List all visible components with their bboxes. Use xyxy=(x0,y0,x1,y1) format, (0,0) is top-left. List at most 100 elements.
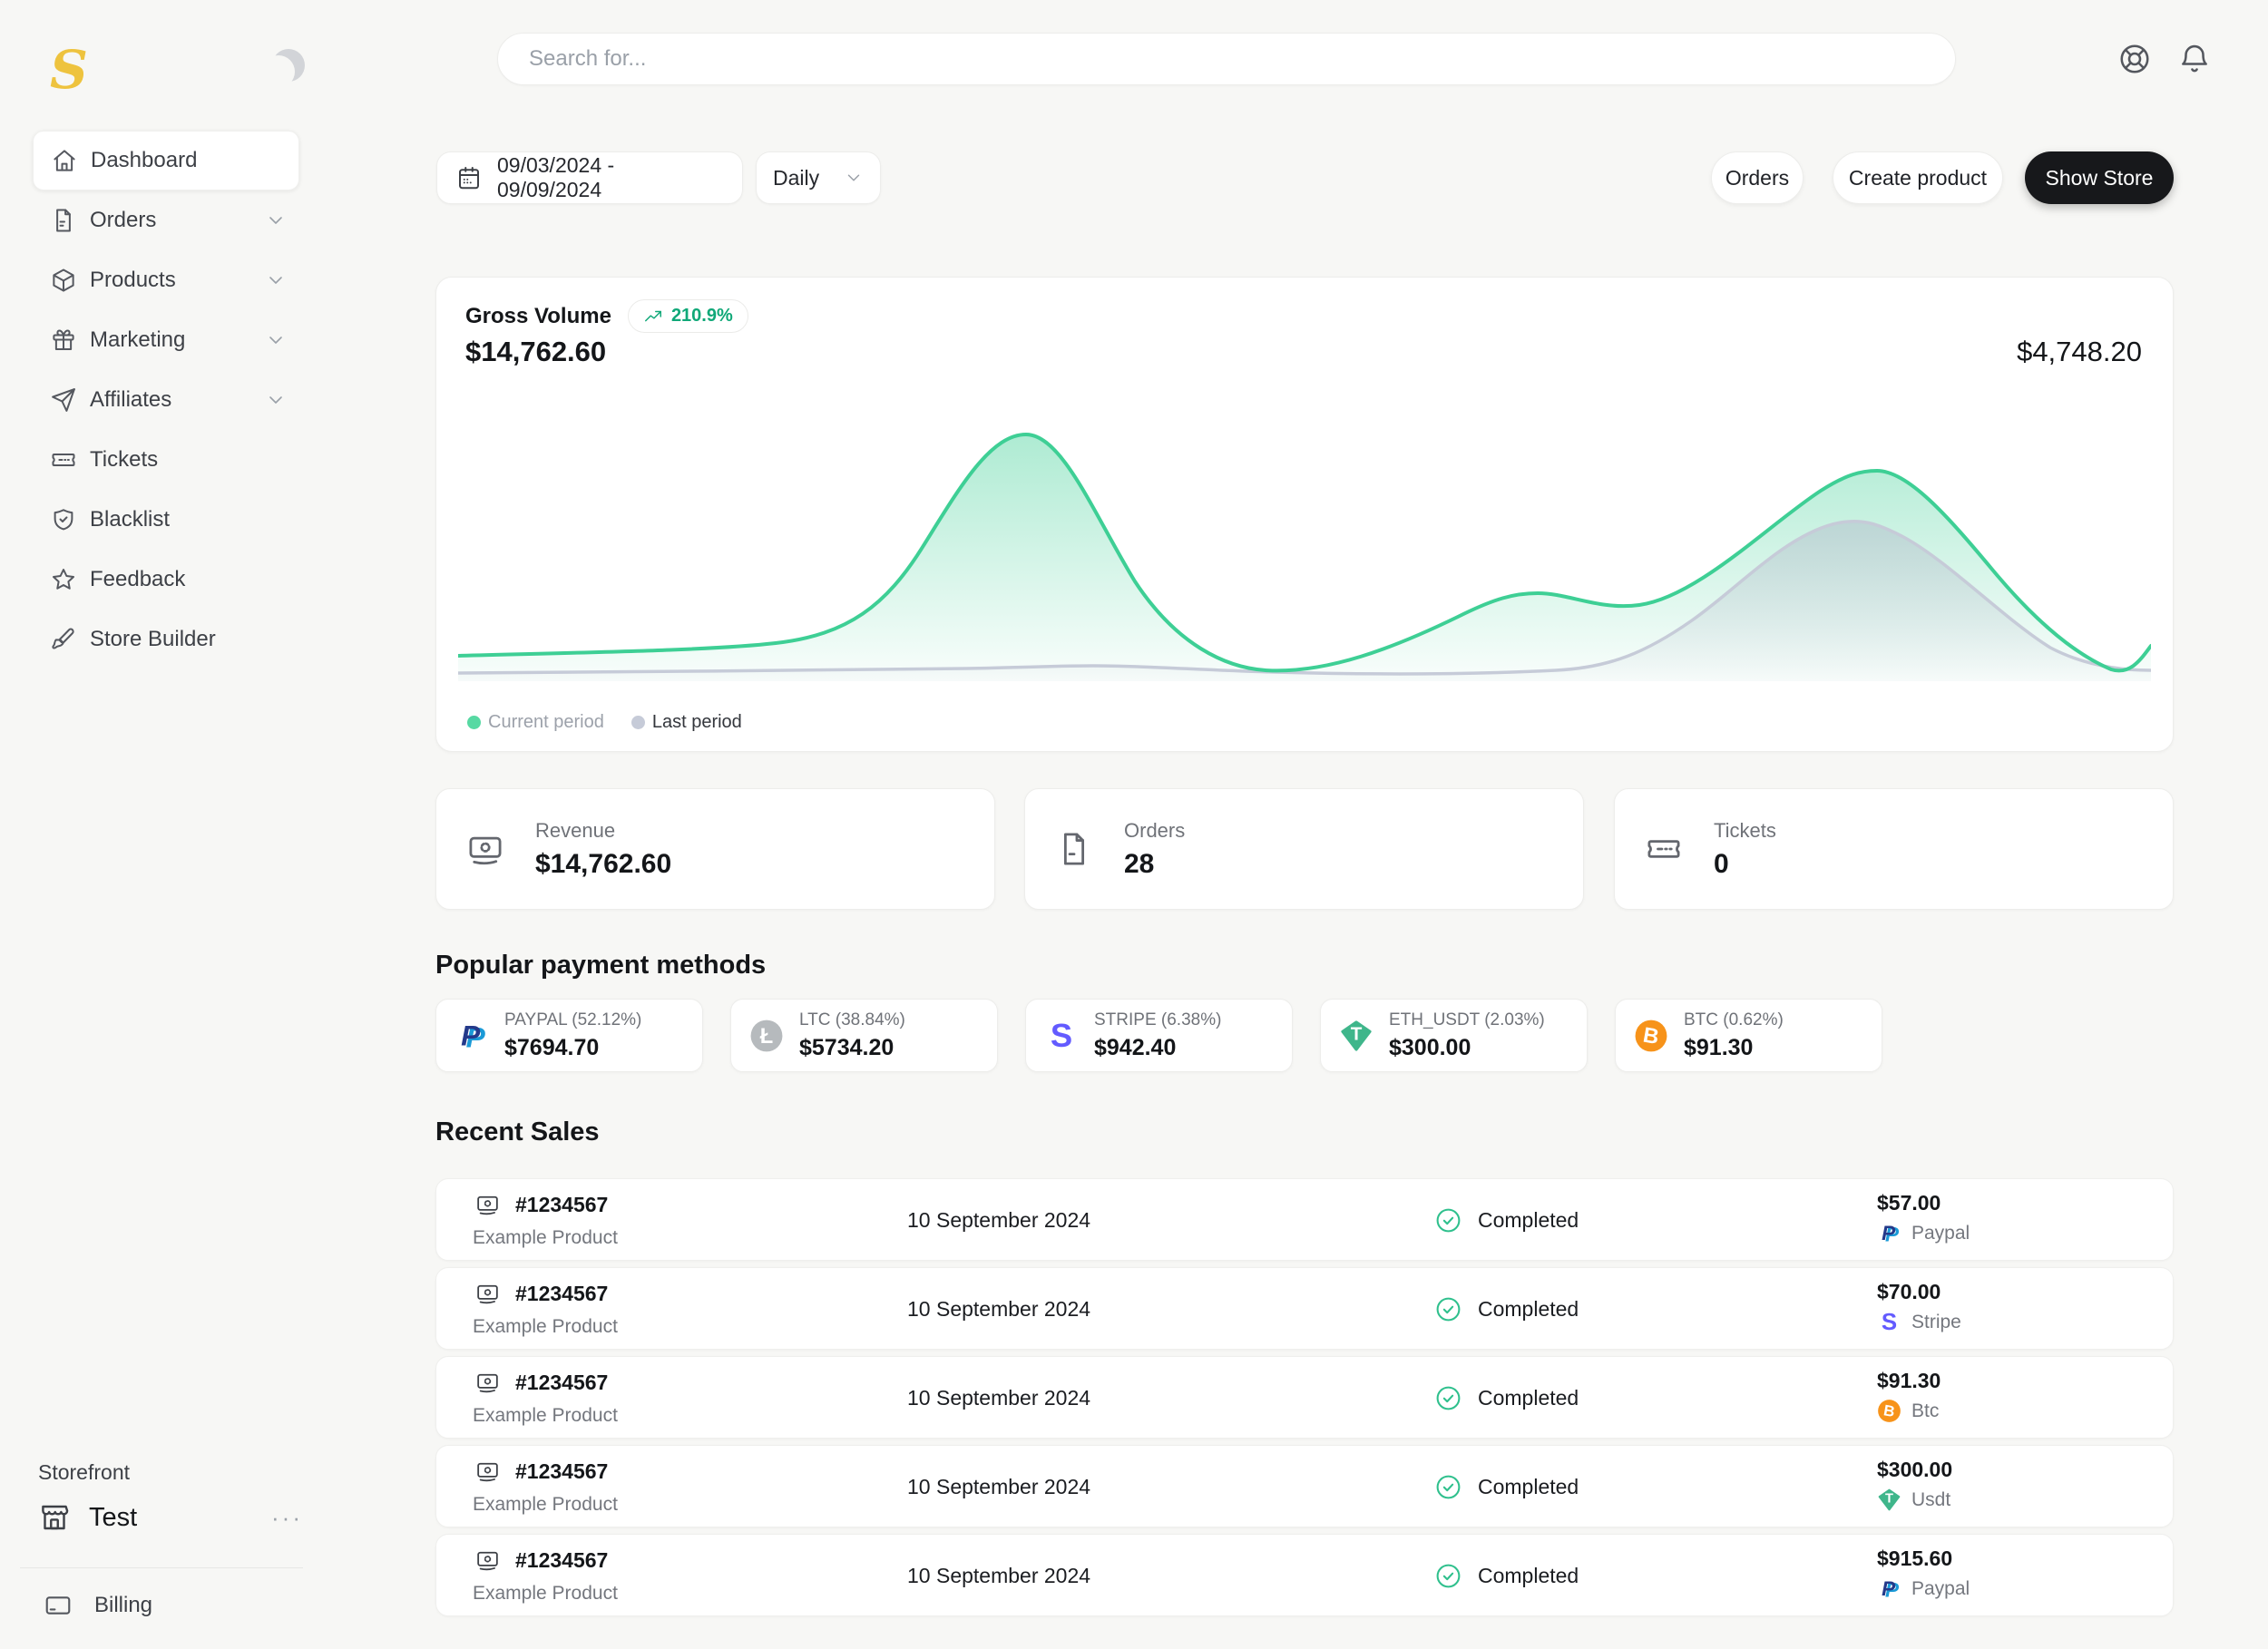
banknote-icon xyxy=(466,830,504,868)
notifications-bell-icon[interactable] xyxy=(2177,42,2212,76)
storefront-name: Test xyxy=(89,1503,253,1533)
sidebar-item-store-builder[interactable]: Store Builder xyxy=(33,610,299,669)
calendar-icon xyxy=(455,164,483,191)
paypal-icon: PP xyxy=(1877,1221,1901,1245)
gift-icon xyxy=(50,327,77,354)
sidebar-item-products[interactable]: Products xyxy=(33,250,299,310)
banknote-icon xyxy=(475,1282,500,1306)
show-store-button[interactable]: Show Store xyxy=(2025,151,2174,204)
order-id: #1234567 xyxy=(515,1459,608,1484)
stripe-icon: S xyxy=(1044,1019,1079,1053)
interval-select[interactable]: Daily xyxy=(756,151,881,204)
sale-status: Completed xyxy=(1478,1297,1579,1322)
sale-amount: $91.30 xyxy=(1877,1369,1941,1393)
sidebar-item-feedback[interactable]: Feedback xyxy=(33,550,299,610)
payment-value: $942.40 xyxy=(1094,1035,1221,1061)
credit-card-icon xyxy=(44,1591,73,1620)
check-circle-icon xyxy=(1434,1473,1462,1501)
payment-card-eth-usdt: T ETH_USDT (2.03%) $300.00 xyxy=(1320,999,1588,1072)
storefront-menu-ellipsis-icon[interactable]: ··· xyxy=(271,1504,303,1532)
payment-value: $5734.20 xyxy=(799,1035,905,1061)
svg-text:T: T xyxy=(1351,1023,1363,1044)
sidebar-item-dashboard[interactable]: Dashboard xyxy=(33,131,299,190)
sale-date: 10 September 2024 xyxy=(907,1357,1090,1439)
storefront-section-label: Storefront xyxy=(38,1460,130,1485)
help-lifebuoy-icon[interactable] xyxy=(2117,42,2152,76)
create-product-button[interactable]: Create product xyxy=(1833,151,2003,204)
check-circle-icon xyxy=(1434,1206,1462,1234)
storefront-selector[interactable]: Test ··· xyxy=(38,1493,303,1542)
check-circle-icon xyxy=(1434,1562,1462,1590)
sidebar-item-marketing[interactable]: Marketing xyxy=(33,310,299,370)
product-name: Example Product xyxy=(473,1316,618,1338)
payment-label: STRIPE (6.38%) xyxy=(1094,1010,1221,1030)
package-icon xyxy=(50,267,77,294)
product-name: Example Product xyxy=(473,1405,618,1427)
bitcoin-icon: B xyxy=(1877,1399,1901,1423)
order-id: #1234567 xyxy=(515,1282,608,1306)
trend-up-icon xyxy=(643,307,663,327)
sale-row[interactable]: #1234567 Example Product 10 September 20… xyxy=(435,1267,2174,1350)
payment-value: $300.00 xyxy=(1389,1035,1545,1061)
sidebar-divider xyxy=(20,1567,303,1568)
product-name: Example Product xyxy=(473,1494,618,1516)
sale-method: Paypal xyxy=(1911,1223,1970,1244)
sidebar-item-label: Dashboard xyxy=(91,148,286,173)
check-circle-icon xyxy=(1434,1295,1462,1323)
order-id: #1234567 xyxy=(515,1193,608,1217)
sale-row[interactable]: #1234567 Example Product 10 September 20… xyxy=(435,1178,2174,1261)
sale-row[interactable]: #1234567 Example Product 10 September 20… xyxy=(435,1356,2174,1439)
date-range-picker[interactable]: 09/03/2024 - 09/09/2024 xyxy=(436,151,743,204)
stat-card-revenue: Revenue $14,762.60 xyxy=(435,788,995,910)
banknote-icon xyxy=(475,1459,500,1484)
svg-text:S: S xyxy=(1051,1019,1072,1053)
stat-label: Revenue xyxy=(535,819,671,843)
sidebar-item-billing[interactable]: Billing xyxy=(44,1582,299,1629)
sale-amount: $70.00 xyxy=(1877,1280,1941,1304)
banknote-icon xyxy=(475,1548,500,1573)
sale-date: 10 September 2024 xyxy=(907,1535,1090,1617)
sale-method: Usdt xyxy=(1911,1489,1950,1511)
check-circle-icon xyxy=(1434,1384,1462,1412)
svg-text:S: S xyxy=(1882,1310,1897,1334)
stat-value: $14,762.60 xyxy=(535,849,671,880)
payment-card-stripe: S STRIPE (6.38%) $942.40 xyxy=(1025,999,1293,1072)
sale-date: 10 September 2024 xyxy=(907,1446,1090,1528)
tether-icon: T xyxy=(1339,1019,1374,1053)
brush-icon xyxy=(50,626,77,653)
search-bar xyxy=(497,33,1956,85)
sidebar-item-affiliates[interactable]: Affiliates xyxy=(33,370,299,430)
legend-current-period[interactable]: Current period xyxy=(467,712,604,733)
paypal-icon: PP xyxy=(455,1019,489,1053)
change-badge: 210.9% xyxy=(628,299,748,333)
shield-check-icon xyxy=(50,506,77,533)
sale-row[interactable]: #1234567 Example Product 10 September 20… xyxy=(435,1534,2174,1616)
bitcoin-icon: B xyxy=(1634,1019,1668,1053)
svg-text:T: T xyxy=(1885,1492,1893,1507)
product-name: Example Product xyxy=(473,1583,618,1605)
payment-card-ltc: Ł LTC (38.84%) $5734.20 xyxy=(730,999,998,1072)
stat-card-tickets: Tickets 0 xyxy=(1614,788,2174,910)
sidebar-item-tickets[interactable]: Tickets xyxy=(33,430,299,490)
search-input[interactable] xyxy=(529,46,1924,72)
chart-legend: Current period Last period xyxy=(467,712,742,733)
banknote-icon xyxy=(475,1193,500,1217)
app-logo[interactable]: S xyxy=(50,44,88,96)
sale-amount: $57.00 xyxy=(1877,1191,1941,1215)
sale-row[interactable]: #1234567 Example Product 10 September 20… xyxy=(435,1445,2174,1527)
sidebar-item-blacklist[interactable]: Blacklist xyxy=(33,490,299,550)
dark-mode-toggle-moon-icon[interactable] xyxy=(272,49,305,82)
sidebar-item-label: Store Builder xyxy=(90,627,287,652)
sale-method: Btc xyxy=(1911,1400,1939,1422)
ticket-icon xyxy=(1645,830,1683,868)
orders-button[interactable]: Orders xyxy=(1711,151,1804,204)
sale-status: Completed xyxy=(1478,1564,1579,1588)
billing-label: Billing xyxy=(94,1593,152,1618)
sidebar-item-orders[interactable]: Orders xyxy=(33,190,299,250)
sale-method: Paypal xyxy=(1911,1578,1970,1600)
chevron-down-icon xyxy=(265,329,287,351)
sale-method: Stripe xyxy=(1911,1312,1961,1333)
payment-label: BTC (0.62%) xyxy=(1684,1010,1784,1030)
change-value: 210.9% xyxy=(671,306,733,327)
legend-last-period[interactable]: Last period xyxy=(631,712,742,733)
